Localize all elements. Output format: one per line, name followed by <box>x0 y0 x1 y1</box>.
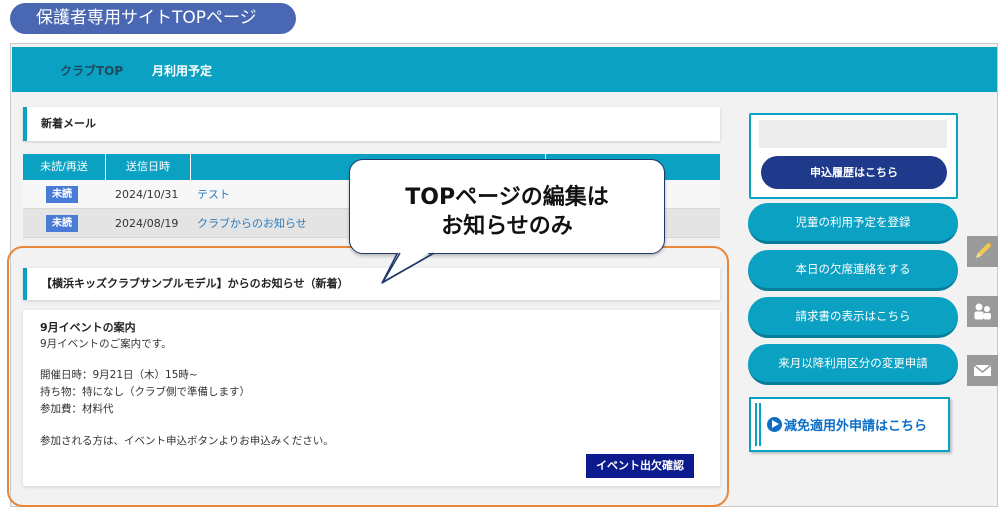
unread-badge: 未読 <box>46 215 78 232</box>
view-invoice-button[interactable]: 請求書の表示はこちら <box>748 297 958 338</box>
play-icon <box>767 417 782 432</box>
register-child-plan-button[interactable]: 児童の利用予定を登録 <box>748 203 958 244</box>
event-attendance-button[interactable]: イベント出欠確認 <box>586 454 694 478</box>
notice-fee: 参加費：材料代 <box>40 403 114 415</box>
exemption-request-button[interactable]: 減免適用外申請はこちら <box>749 397 950 452</box>
exemption-request-label: 減免適用外申請はこちら <box>784 419 928 434</box>
column-sent-date: 送信日時 <box>106 154 191 180</box>
people-icon[interactable] <box>967 296 998 327</box>
column-unread-resend: 未読/再送 <box>23 154 106 180</box>
stripe-decoration <box>755 403 763 446</box>
callout-text-line2: お知らせのみ <box>441 214 573 239</box>
sent-date: 2024/10/31 <box>115 188 179 201</box>
user-info-box: 申込履歴はこちら <box>749 113 958 199</box>
mail-icon[interactable] <box>967 355 998 386</box>
nav-monthly-plan[interactable]: 月利用予定 <box>152 62 212 79</box>
top-navbar: クラブTOP 月利用予定 <box>12 47 997 92</box>
notice-belongings: 持ち物：特になし（クラブ側で準備します） <box>40 386 250 398</box>
page-title-badge: 保護者専用サイトTOPページ <box>10 3 296 34</box>
unread-badge: 未読 <box>46 186 78 203</box>
sent-date: 2024/08/19 <box>115 217 179 230</box>
notice-apply-text: 参加される方は、イベント申込ボタンよりお申込みください。 <box>40 435 334 447</box>
new-mail-header: 新着メール <box>23 107 720 141</box>
notice-header: 【横浜キッズクラブサンプルモデル】からのお知らせ（新着） <box>23 268 720 300</box>
usage-change-request-button[interactable]: 来月以降利用区分の変更申請 <box>748 344 958 385</box>
notice-card: 9月イベントの案内 9月イベントのご案内です。 開催日時：9月21日（木）15時… <box>23 310 720 486</box>
callout-text-line1: TOPページの編集は <box>405 185 609 210</box>
mail-title-link[interactable]: クラブからのお知らせ <box>197 209 307 238</box>
absence-contact-button[interactable]: 本日の欠席連絡をする <box>748 250 958 291</box>
notice-title: 9月イベントの案内 <box>40 321 136 334</box>
notice-datetime: 開催日時：9月21日（木）15時~ <box>40 369 198 381</box>
nav-club-top[interactable]: クラブTOP <box>60 62 123 79</box>
mail-title-link[interactable]: テスト <box>197 180 230 209</box>
application-history-button[interactable]: 申込履歴はこちら <box>761 156 947 189</box>
pencil-icon[interactable] <box>967 236 998 267</box>
notice-intro: 9月イベントのご案内です。 <box>40 338 172 350</box>
user-name-placeholder <box>759 120 947 148</box>
